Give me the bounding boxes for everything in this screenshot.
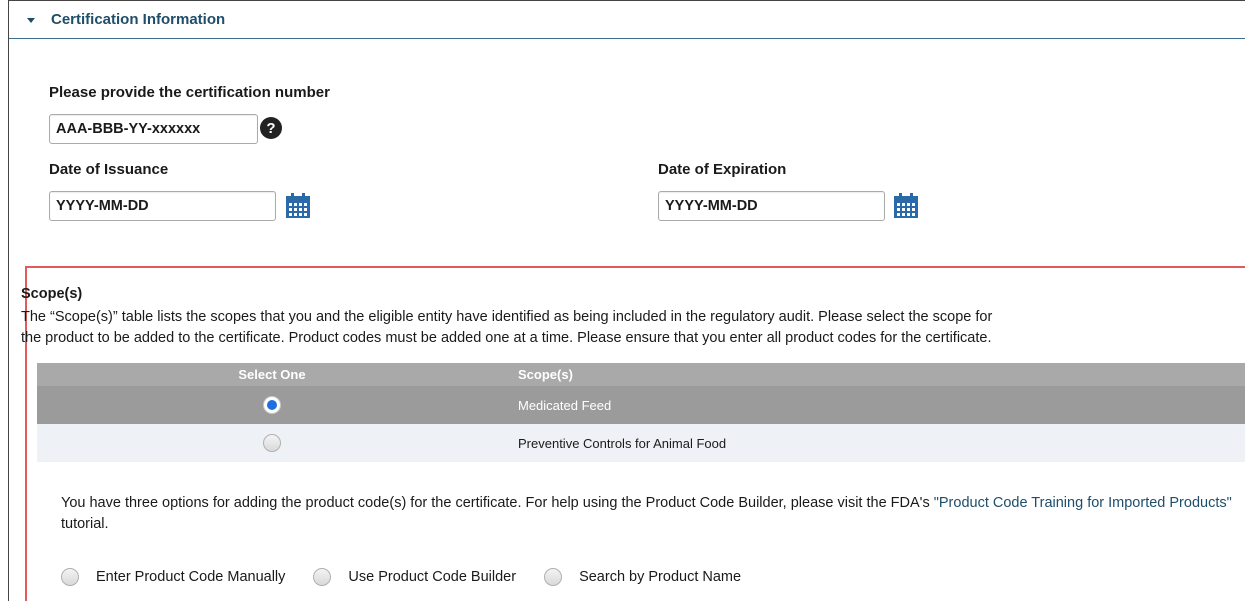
row-scope-label: Medicated Feed — [518, 397, 612, 413]
row-scope-label: Preventive Controls for Animal Food — [518, 435, 727, 451]
calendar-icon[interactable] — [893, 193, 919, 219]
question-circle-icon[interactable]: ? — [260, 117, 282, 139]
option-code-builder[interactable]: Use Product Code Builder — [313, 568, 516, 586]
scope-description-line: The “Scope(s)” table lists the scopes th… — [21, 309, 993, 325]
product-code-options: Enter Product Code Manually Use Product … — [61, 568, 769, 586]
row-select-cell — [37, 396, 507, 414]
issuance-date-label: Date of Issuance — [49, 161, 169, 178]
scope-radio-medicated-feed[interactable] — [263, 396, 281, 414]
intro-text-end: tutorial. — [61, 516, 109, 532]
option-enter-manually[interactable]: Enter Product Code Manually — [61, 568, 285, 586]
certification-number-label: Please provide the certification number — [49, 84, 330, 101]
column-header-scope: Scope(s) — [518, 367, 573, 382]
chevron-down-icon[interactable] — [27, 18, 35, 23]
table-header: Select One Scope(s) — [37, 363, 1245, 386]
section-header[interactable]: Certification Information — [9, 1, 1245, 39]
radio-search-by-name[interactable] — [544, 568, 563, 586]
scope-description: The “Scope(s)” table lists the scopes th… — [21, 307, 1245, 349]
certification-panel: Certification Information Please provide… — [8, 0, 1245, 601]
section-title: Certification Information — [51, 11, 226, 28]
product-code-training-link[interactable]: "Product Code Training for Imported Prod… — [934, 495, 1232, 511]
option-search-by-name[interactable]: Search by Product Name — [544, 568, 741, 586]
scope-radio-preventive-controls[interactable] — [263, 434, 281, 452]
scope-title: Scope(s) — [21, 286, 83, 302]
table-row[interactable]: Preventive Controls for Animal Food — [37, 424, 1245, 462]
option-label: Search by Product Name — [579, 569, 742, 585]
row-select-cell — [37, 434, 507, 452]
option-label: Use Product Code Builder — [348, 569, 517, 585]
issuance-date-input[interactable]: YYYY-MM-DD — [49, 191, 276, 221]
column-header-select: Select One — [238, 367, 306, 382]
calendar-icon[interactable] — [285, 193, 311, 219]
table-row[interactable]: Medicated Feed — [37, 386, 1245, 424]
radio-code-builder[interactable] — [313, 568, 332, 586]
certification-number-input[interactable]: AAA-BBB-YY-xxxxxx — [49, 114, 258, 144]
scope-table: Select One Scope(s) Medicated Feed Preve… — [37, 363, 1245, 462]
intro-text: You have three options for adding the pr… — [61, 495, 934, 511]
product-code-intro: You have three options for adding the pr… — [61, 493, 1241, 535]
option-label: Enter Product Code Manually — [96, 569, 286, 585]
radio-enter-manually[interactable] — [61, 568, 79, 586]
scope-description-line: the product to be added to the certifica… — [21, 330, 992, 346]
expiration-date-input[interactable]: YYYY-MM-DD — [658, 191, 885, 221]
expiration-date-label: Date of Expiration — [658, 161, 787, 178]
